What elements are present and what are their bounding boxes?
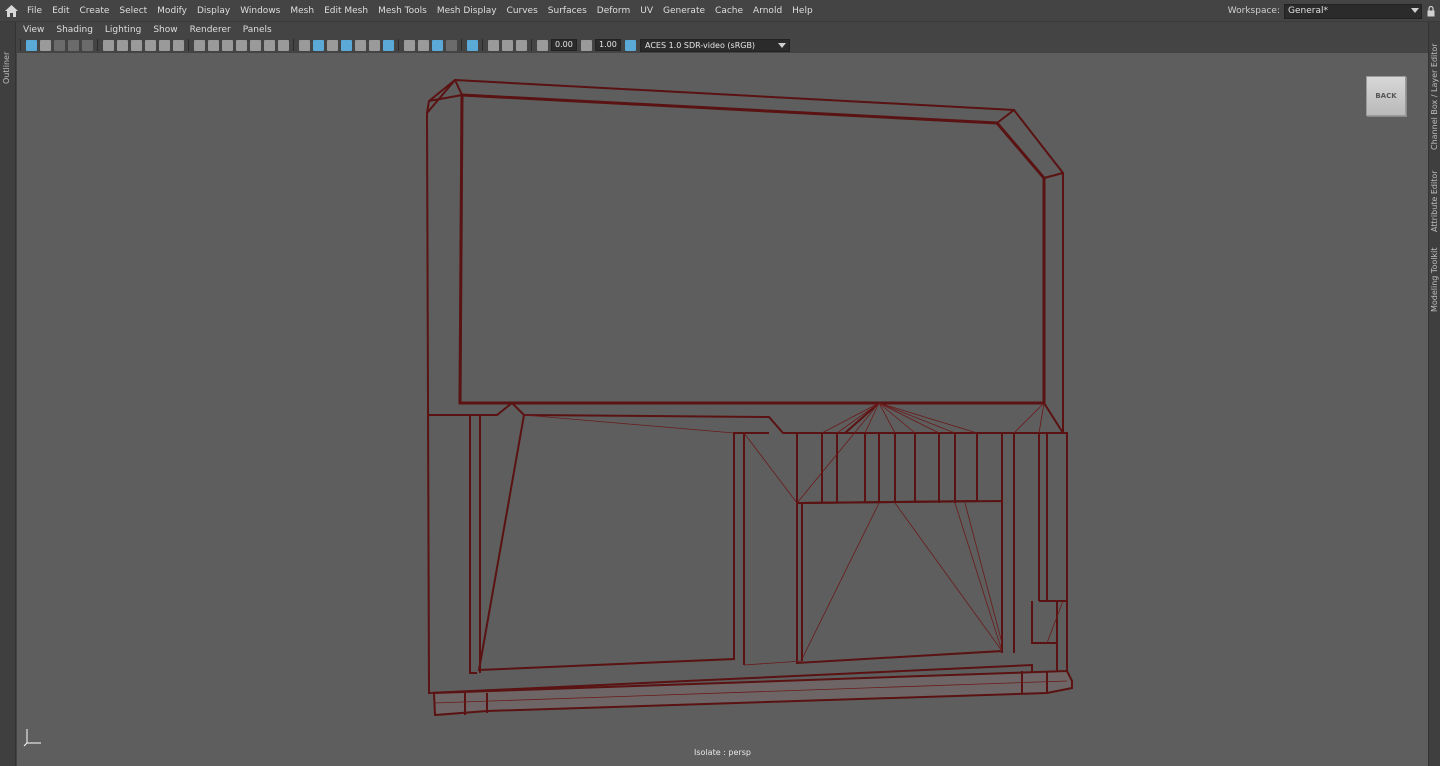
bookmark-icon[interactable] [130,39,142,51]
right-panel-tabs: Channel Box / Layer Editor Attribute Edi… [1428,22,1440,766]
toolbar-separator [531,39,532,51]
isolate-select-icon[interactable] [466,39,478,51]
pencil-icon[interactable] [172,39,184,51]
menu-deform[interactable]: Deform [592,0,635,22]
resolution-gate-icon[interactable] [221,39,233,51]
workspace-dropdown[interactable]: General* [1284,3,1422,19]
menu-generate[interactable]: Generate [658,0,710,22]
menu-uv[interactable]: UV [635,0,658,22]
panel-menu-view[interactable]: View [17,25,50,35]
menu-select[interactable]: Select [114,0,152,22]
panel-toolbar: 0.00 1.00 ACES 1.0 SDR-video (sRGB) [17,37,1428,53]
tab-attribute-editor[interactable]: Attribute Editor [1430,170,1439,232]
safe-action-icon[interactable] [263,39,275,51]
camera-lock-icon[interactable] [116,39,128,51]
home-icon[interactable] [0,0,22,22]
camera-attributes-icon[interactable] [39,39,51,51]
motion-blur-icon[interactable] [431,39,443,51]
outliner-tab[interactable]: Outliner [0,22,16,766]
menu-modify[interactable]: Modify [152,0,192,22]
toolbar-separator [398,39,399,51]
gate-mask-icon[interactable] [235,39,247,51]
view-transform-dropdown[interactable]: ACES 1.0 SDR-video (sRGB) [640,38,790,52]
grease-pencil-icon[interactable] [102,39,114,51]
menu-mesh[interactable]: Mesh [285,0,319,22]
viewport-status-label: Isolate : persp [694,748,751,757]
chevron-down-icon [1411,7,1419,13]
workspace-value: General* [1288,5,1328,16]
gamma-input[interactable]: 1.00 [595,39,621,51]
viewport-persp[interactable]: BACK Isolate : persp [17,53,1428,766]
use-all-lights-icon[interactable] [368,39,380,51]
safe-title-icon[interactable] [277,39,289,51]
bookmarks-icon[interactable] [53,39,65,51]
menu-file[interactable]: File [22,0,47,22]
panel-menubar: View Shading Lighting Show Renderer Pane… [17,23,1428,37]
panel-menu-shading[interactable]: Shading [50,25,99,35]
xray-active-icon[interactable] [501,39,513,51]
select-camera-icon[interactable] [25,39,37,51]
menu-create[interactable]: Create [75,0,115,22]
anti-aliasing-icon[interactable] [445,39,457,51]
view-cube[interactable]: BACK [1366,76,1406,116]
grid-icon[interactable] [193,39,205,51]
gamma-icon[interactable] [580,39,592,51]
view-cube-label: BACK [1375,92,1397,100]
panel-menu-lighting[interactable]: Lighting [99,25,147,35]
color-management-icon[interactable] [624,39,636,51]
menu-mesh-tools[interactable]: Mesh Tools [373,0,432,22]
panel-menu-renderer[interactable]: Renderer [184,25,237,35]
workspace-label: Workspace: [1227,6,1280,16]
menu-edit[interactable]: Edit [47,0,74,22]
axis-gizmo-icon [23,729,41,747]
menu-mesh-display[interactable]: Mesh Display [432,0,502,22]
menu-display[interactable]: Display [192,0,235,22]
wireframe-icon[interactable] [298,39,310,51]
tab-channel-box[interactable]: Channel Box / Layer Editor [1430,43,1439,150]
exposure-icon[interactable] [536,39,548,51]
default-material-icon[interactable] [326,39,338,51]
image-plane-icon[interactable] [67,39,79,51]
pivot-icon[interactable] [158,39,170,51]
menu-curves[interactable]: Curves [502,0,543,22]
menu-edit-mesh[interactable]: Edit Mesh [319,0,373,22]
menu-arnold[interactable]: Arnold [748,0,787,22]
textured-icon[interactable] [354,39,366,51]
view-transform-value: ACES 1.0 SDR-video (sRGB) [645,40,756,50]
toolbar-separator [482,39,483,51]
workspace-selector: Workspace: General* [1228,0,1440,22]
toolbar-separator [188,39,189,51]
screen-space-ao-icon[interactable] [417,39,429,51]
menu-windows[interactable]: Windows [235,0,285,22]
backface-culling-icon[interactable] [515,39,527,51]
menu-cache[interactable]: Cache [710,0,748,22]
wireframe-on-shaded-icon[interactable] [340,39,352,51]
menu-surfaces[interactable]: Surfaces [543,0,592,22]
exposure-input[interactable]: 0.00 [551,39,577,51]
chevron-down-icon [778,42,786,48]
film-gate-icon[interactable] [207,39,219,51]
smooth-shade-icon[interactable] [312,39,324,51]
main-menubar: File Edit Create Select Modify Display W… [0,0,1440,22]
2d-pan-zoom-icon[interactable] [81,39,93,51]
field-chart-icon[interactable] [249,39,261,51]
toolbar-separator [97,39,98,51]
tab-modeling-toolkit[interactable]: Modeling Toolkit [1430,248,1439,312]
toolbar-separator [293,39,294,51]
xray-joints-icon[interactable] [487,39,499,51]
panel-menu-panels[interactable]: Panels [237,25,278,35]
lock-icon[interactable] [1422,5,1440,17]
xray-icon[interactable] [382,39,394,51]
snap-icon[interactable] [144,39,156,51]
toolbar-separator [20,39,21,51]
shadows-icon[interactable] [403,39,415,51]
panel-menu-show[interactable]: Show [147,25,183,35]
wireframe-mesh [425,78,1073,717]
outliner-tab-label: Outliner [2,51,11,84]
toolbar-separator [461,39,462,51]
menu-help[interactable]: Help [787,0,818,22]
